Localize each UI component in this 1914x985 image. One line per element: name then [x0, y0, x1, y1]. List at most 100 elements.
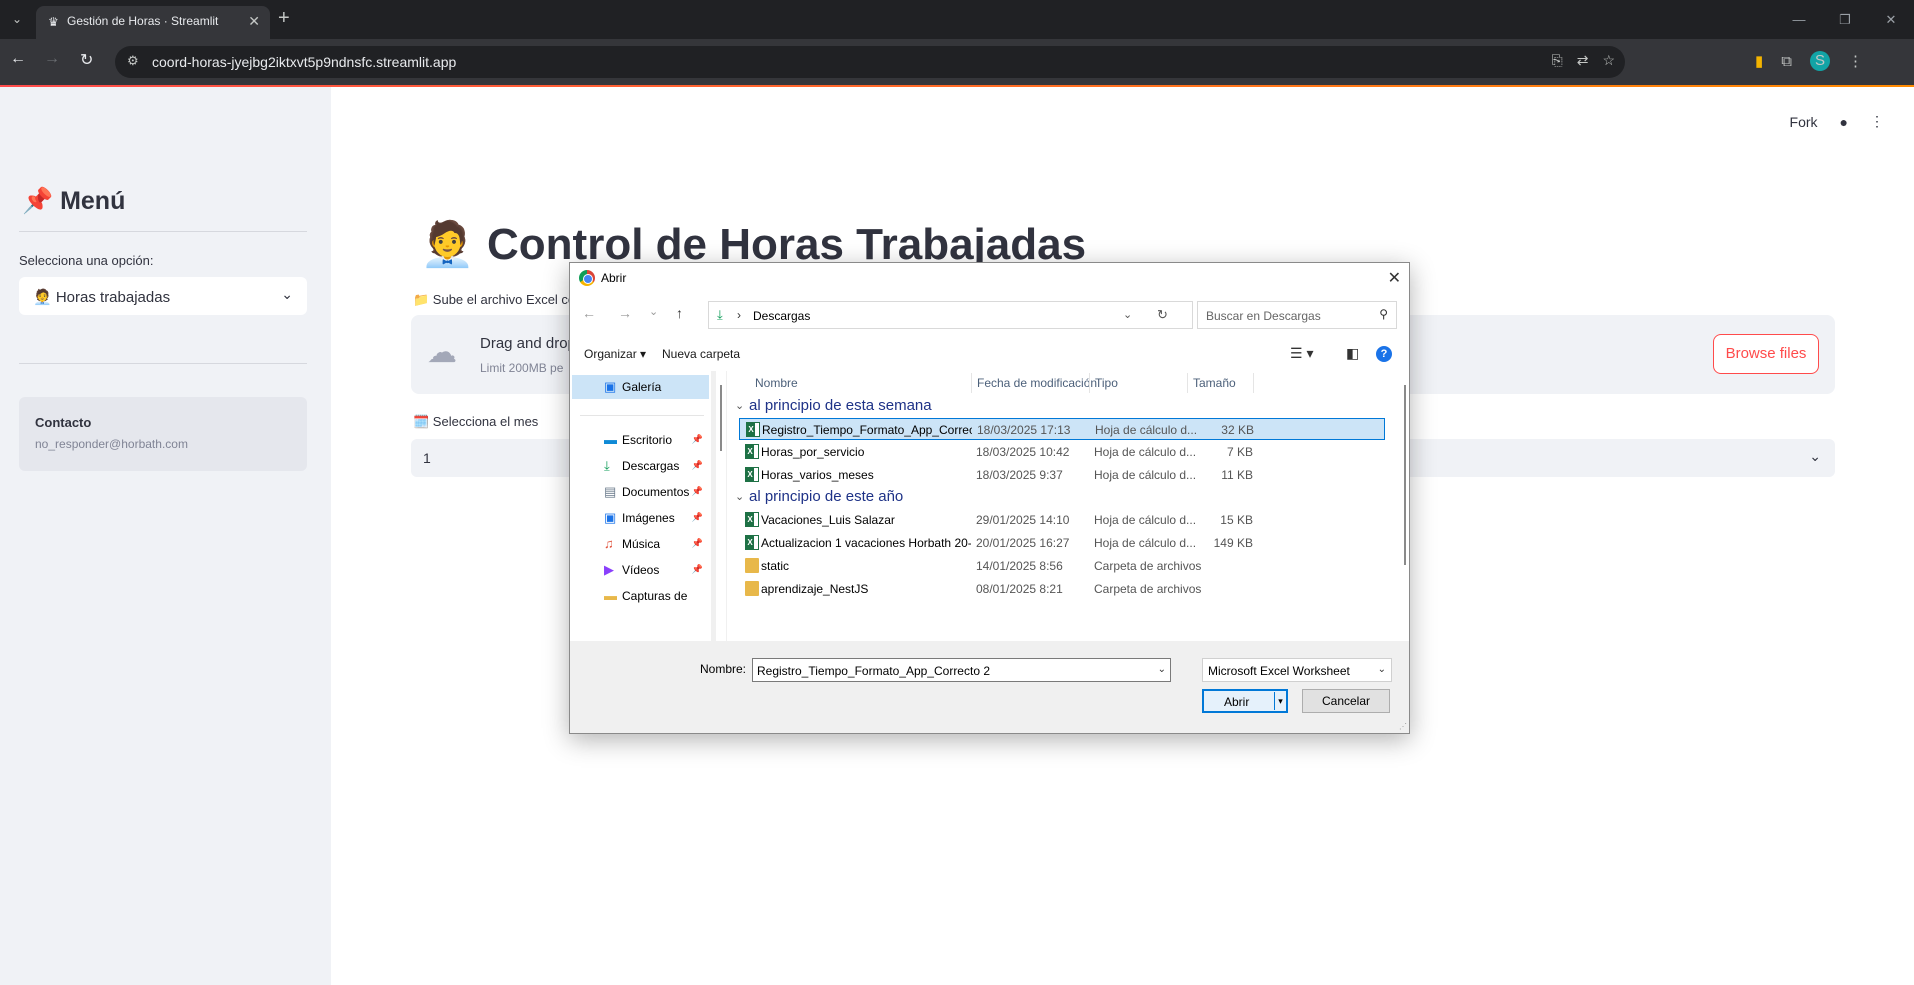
open-file-dialog: Abrir ✕ ← → ⌄ ↑ ⤓ › Descargas ⌄ ↻ Buscar… — [569, 262, 1410, 734]
documents-icon: ▤ — [604, 484, 617, 499]
organize-menu[interactable]: Organizar ▾ — [584, 347, 646, 361]
dialog-address-bar[interactable]: ⤓ › Descargas ⌄ ↻ — [708, 301, 1193, 329]
help-icon[interactable]: ? — [1376, 346, 1392, 362]
extensions-puzzle-icon[interactable]: ⧉ — [1781, 53, 1792, 70]
file-type: Carpeta de archivos — [1094, 559, 1202, 573]
videos-icon: ▶ — [604, 562, 614, 577]
dialog-close-icon[interactable]: ✕ — [1388, 268, 1401, 288]
tab-close-icon[interactable]: ✕ — [248, 13, 260, 30]
contact-email: no_responder@horbath.com — [35, 437, 188, 451]
file-date: 18/03/2025 9:37 — [976, 468, 1063, 482]
filename-value: Registro_Tiempo_Formato_App_Correcto 2 — [757, 664, 990, 678]
back-icon[interactable]: ← — [10, 50, 26, 68]
file-row[interactable]: Vacaciones_Luis Salazar 29/01/2025 14:10… — [739, 509, 1385, 531]
reload-icon[interactable]: ↻ — [80, 50, 93, 70]
back-icon[interactable]: ← — [582, 305, 596, 321]
view-options-icon[interactable]: ☰ ▾ — [1290, 345, 1313, 362]
column-name[interactable]: Nombre — [755, 376, 798, 390]
file-name: Horas_por_servicio — [761, 445, 865, 459]
file-row[interactable]: Registro_Tiempo_Formato_App_Correcto 2 1… — [739, 418, 1385, 440]
nav-item-documents[interactable]: ▤ Documentos 📌 — [572, 480, 709, 504]
nav-item-downloads[interactable]: ⤓ Descargas 📌 — [572, 454, 709, 478]
preview-pane-icon[interactable]: ◧ — [1346, 345, 1359, 362]
app-menu-icon[interactable]: ⋮ — [1870, 113, 1884, 130]
browse-files-button[interactable]: Browse files — [1713, 334, 1819, 374]
site-info-icon[interactable]: ⚙ — [127, 53, 139, 69]
file-size: 11 KB — [1221, 468, 1253, 482]
refresh-icon[interactable]: ↻ — [1157, 307, 1168, 323]
cancel-button[interactable]: Cancelar — [1302, 689, 1390, 713]
filetype-value: Microsoft Excel Worksheet — [1208, 664, 1350, 678]
nav-item-pictures[interactable]: ▣ Imágenes 📌 — [572, 506, 709, 530]
gallery-icon: ▣ — [604, 379, 617, 394]
column-separator[interactable] — [1187, 373, 1188, 393]
nav-item-gallery[interactable]: ▣ Galería — [572, 375, 709, 399]
tab-search-chevron-icon[interactable]: ⌄ — [6, 8, 28, 30]
dialog-command-bar: Organizar ▾ Nueva carpeta ☰ ▾ ◧ ? — [570, 337, 1409, 371]
file-row[interactable]: Horas_por_servicio 18/03/2025 10:42 Hoja… — [739, 441, 1385, 463]
file-name: Vacaciones_Luis Salazar — [761, 513, 895, 527]
collapse-chevron-icon: ⌄ — [735, 400, 745, 412]
install-app-icon[interactable]: ⎘ — [1552, 52, 1563, 69]
chrome-menu-icon[interactable]: ⋮ — [1848, 52, 1863, 70]
filename-input[interactable]: Registro_Tiempo_Formato_App_Correcto 2 ⌄ — [752, 658, 1171, 682]
column-date[interactable]: Fecha de modificación — [977, 376, 1097, 390]
nav-pane-scrollbar[interactable] — [716, 371, 726, 641]
contact-box: Contacto no_responder@horbath.com — [19, 397, 307, 471]
pin-icon: 📌 — [691, 564, 703, 574]
recent-locations-chevron-icon[interactable]: ⌄ — [649, 305, 658, 318]
column-type[interactable]: Tipo — [1095, 376, 1118, 390]
file-row[interactable]: Horas_varios_meses 18/03/2025 9:37 Hoja … — [739, 464, 1385, 486]
file-row[interactable]: static 14/01/2025 8:56 Carpeta de archiv… — [739, 555, 1385, 577]
nav-item-label: Imágenes — [622, 511, 675, 525]
close-window-icon[interactable]: ✕ — [1868, 0, 1914, 39]
forward-icon[interactable]: → — [44, 50, 60, 68]
column-size[interactable]: Tamaño — [1193, 376, 1236, 390]
browser-tab[interactable]: ♛ Gestión de Horas · Streamlit ✕ — [36, 6, 270, 39]
nav-item-desktop[interactable]: ▬ Escritorio 📌 — [572, 428, 709, 452]
window-controls: — ❐ ✕ — [1776, 0, 1914, 39]
file-list-scrollbar[interactable] — [1402, 371, 1409, 641]
music-icon: ♫ — [604, 536, 614, 551]
file-row[interactable]: Actualizacion 1 vacaciones Horbath 20-01… — [739, 532, 1385, 554]
fork-link[interactable]: Fork — [1790, 114, 1818, 130]
nav-item-label: Vídeos — [622, 563, 660, 577]
dialog-navigation-pane: ▣ Galería ▬ Escritorio 📌 ⤓ Descargas 📌 ▤… — [570, 371, 711, 641]
column-separator[interactable] — [1089, 373, 1090, 393]
column-separator[interactable] — [1253, 373, 1254, 393]
minimize-icon[interactable]: — — [1776, 0, 1822, 39]
file-size: 7 KB — [1226, 445, 1253, 459]
new-tab-icon[interactable]: + — [278, 7, 290, 30]
restore-icon[interactable]: ❐ — [1822, 0, 1868, 39]
dropzone-limit: Limit 200MB pe — [480, 361, 564, 375]
forward-icon[interactable]: → — [618, 305, 632, 321]
chrome-icon — [579, 270, 595, 286]
file-date: 29/01/2025 14:10 — [976, 513, 1070, 527]
open-button[interactable]: Abrir ▾ — [1202, 689, 1288, 713]
extension-icon[interactable]: ▮ — [1755, 52, 1763, 70]
github-icon[interactable]: ● — [1840, 114, 1848, 130]
column-separator[interactable] — [971, 373, 972, 393]
file-size: 15 KB — [1220, 513, 1253, 527]
extensions-area: ▮ ⧉ S ⋮ — [1755, 51, 1863, 71]
nav-item-music[interactable]: ♫ Música 📌 — [572, 532, 709, 556]
translate-icon[interactable]: ⇄ — [1577, 52, 1589, 69]
pin-icon: 📌 — [691, 512, 703, 522]
open-options-dropdown-icon[interactable]: ▾ — [1274, 692, 1286, 710]
file-row[interactable]: aprendizaje_NestJS 08/01/2025 8:21 Carpe… — [739, 578, 1385, 600]
chevron-down-icon[interactable]: ⌄ — [1158, 664, 1166, 675]
bookmark-star-icon[interactable]: ☆ — [1602, 52, 1615, 69]
downloads-icon: ⤓ — [604, 458, 610, 473]
nav-item-label: Galería — [622, 380, 662, 394]
resize-grip-icon[interactable]: ⋰ — [1399, 722, 1407, 731]
up-folder-icon[interactable]: ↑ — [676, 305, 683, 321]
address-bar[interactable]: ⚙ coord-horas-jyejbg2iktxvt5p9ndnsfc.str… — [115, 46, 1625, 78]
nav-item-screenshots[interactable]: ▬ Capturas de — [572, 584, 709, 608]
nav-item-videos[interactable]: ▶ Vídeos 📌 — [572, 558, 709, 582]
filetype-select[interactable]: Microsoft Excel Worksheet ⌄ — [1202, 658, 1392, 682]
sidebar-option-select[interactable]: 🧑‍💼 Horas trabajadas ⌄ — [19, 277, 307, 315]
profile-avatar[interactable]: S — [1809, 51, 1830, 71]
dialog-search-input[interactable]: Buscar en Descargas ⚲ — [1197, 301, 1397, 329]
address-history-chevron-icon[interactable]: ⌄ — [1123, 308, 1132, 321]
new-folder-button[interactable]: Nueva carpeta — [662, 347, 740, 361]
